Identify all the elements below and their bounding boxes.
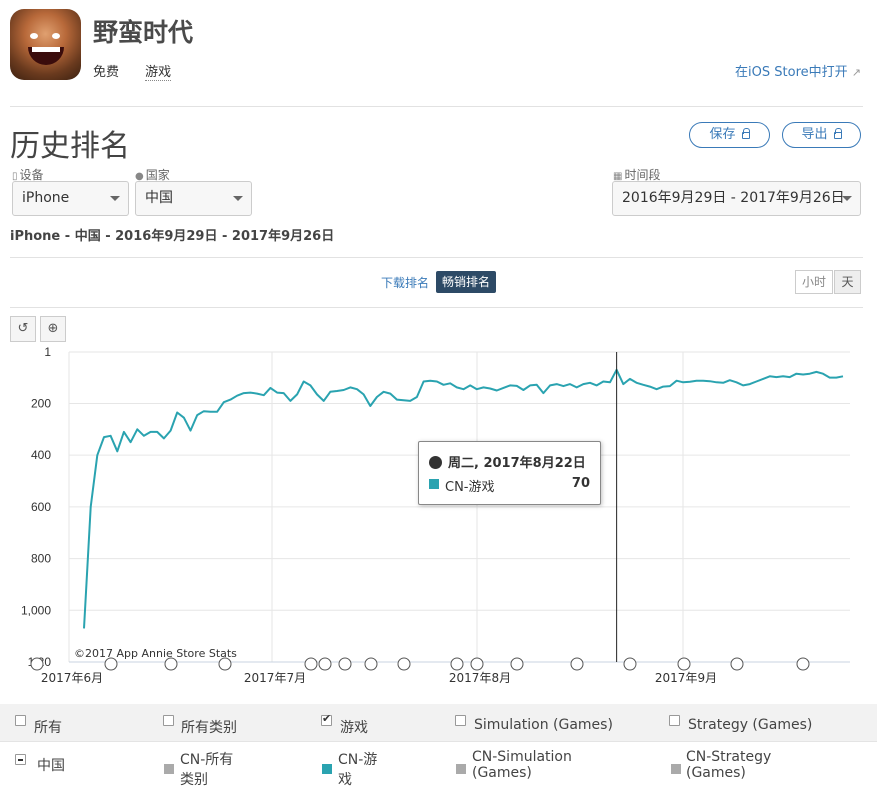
page-title: 历史排名: [10, 129, 130, 164]
checkbox-strategy[interactable]: [669, 715, 680, 726]
globe-icon: [429, 456, 442, 469]
legend-item-label[interactable]: CN-Strategy (Games): [686, 749, 771, 781]
zoom-icon[interactable]: ⊕: [40, 316, 66, 342]
device-select[interactable]: iPhone: [12, 181, 129, 216]
filter-summary: iPhone - 中国 - 2016年9月29日 - 2017年9月26日: [10, 229, 335, 244]
y-tick-label: 800: [31, 552, 51, 566]
legend-header-label: 游戏: [340, 720, 368, 736]
event-marker-icon: [570, 657, 584, 671]
open-in-store-label: 在iOS Store中打开: [735, 65, 848, 80]
device-value: iPhone: [22, 190, 70, 206]
checkbox-simulation[interactable]: [455, 715, 466, 726]
app-meta: 免费 游戏: [93, 61, 172, 81]
tab-grossing[interactable]: 畅销排名: [436, 271, 497, 293]
period-value: 2016年9月29日 - 2017年9月26日: [622, 190, 845, 206]
legend-swatch: [164, 764, 174, 774]
chart-copyright: ©2017 App Annie Store Stats: [74, 647, 237, 660]
reset-zoom-icon[interactable]: ↺: [10, 316, 36, 342]
tooltip-value: 70: [571, 476, 590, 491]
event-marker-icon: [304, 657, 318, 671]
event-marker-icon: [510, 657, 524, 671]
checkbox-games[interactable]: [321, 712, 332, 726]
legend-header-label: Simulation (Games): [474, 717, 613, 733]
legend-swatch: [456, 764, 466, 774]
rank-history-chart[interactable]: 12004006008001,0001,202017年6月2017年7月2017…: [0, 340, 877, 700]
legend-header-label: 所有: [34, 720, 62, 736]
price-label: 免费: [93, 65, 120, 80]
legend-swatch: [322, 764, 332, 774]
open-in-store-link[interactable]: 在iOS Store中打开 ↗: [735, 61, 861, 80]
lock-icon: [741, 128, 750, 139]
event-marker-icon: [318, 657, 332, 671]
event-marker-icon: [796, 657, 810, 671]
app-icon: [10, 9, 81, 80]
divider: [10, 106, 863, 107]
y-tick-label: 1: [44, 345, 51, 359]
save-button[interactable]: 保存: [689, 122, 770, 148]
y-tick-label: 200: [31, 396, 51, 410]
event-marker-icon: [397, 657, 411, 671]
tooltip-date: 周二, 2017年8月22日: [429, 452, 586, 471]
event-marker-icon: [470, 657, 484, 671]
event-marker-icon: [730, 657, 744, 671]
legend-item-label[interactable]: CN-游戏: [338, 749, 377, 789]
legend-header-label: 所有类别: [181, 720, 237, 736]
external-link-icon: ↗: [851, 66, 861, 79]
chevron-down-icon: [842, 196, 852, 201]
event-marker-icon: [30, 657, 44, 671]
x-tick-label: 2017年7月: [244, 671, 306, 685]
y-tick-label: 1,000: [21, 603, 51, 617]
chevron-down-icon: [110, 196, 120, 201]
export-label: 导出: [801, 127, 828, 142]
tooltip-series-swatch: [429, 479, 439, 489]
checkbox-all-categories[interactable]: [163, 715, 174, 726]
legend-header-label: Strategy (Games): [688, 717, 813, 733]
chart-tooltip: 周二, 2017年8月22日 CN-游戏 70: [418, 441, 601, 505]
tab-downloads[interactable]: 下载排名: [381, 274, 429, 291]
app-title: 野蛮时代: [93, 18, 194, 47]
chevron-down-icon: [233, 196, 243, 201]
granularity-day[interactable]: 天: [834, 270, 861, 294]
tooltip-series-name: CN-游戏: [445, 480, 495, 495]
y-tick-label: 400: [31, 448, 51, 462]
x-tick-label: 2017年9月: [655, 671, 717, 685]
event-marker-icon: [364, 657, 378, 671]
genre-link[interactable]: 游戏: [145, 65, 172, 81]
legend-item-label[interactable]: CN-所有 类别: [180, 749, 233, 789]
granularity-hour[interactable]: 小时: [795, 270, 833, 294]
legend-country-label: 中国: [37, 758, 65, 774]
save-label: 保存: [709, 127, 736, 142]
event-marker-icon: [450, 657, 464, 671]
checkbox-country[interactable]: [15, 754, 26, 765]
legend-swatch: [671, 764, 681, 774]
lock-icon: [833, 128, 842, 139]
period-select[interactable]: 2016年9月29日 - 2017年9月26日: [612, 181, 861, 216]
x-tick-label: 2017年8月: [449, 671, 511, 685]
divider: [10, 307, 863, 308]
event-marker-icon: [623, 657, 637, 671]
country-select[interactable]: 中国: [135, 181, 252, 216]
x-tick-label: 2017年6月: [41, 671, 103, 685]
country-value: 中国: [145, 190, 173, 206]
divider: [10, 257, 863, 258]
legend-item-label[interactable]: CN-Simulation (Games): [472, 749, 572, 781]
export-button[interactable]: 导出: [782, 122, 861, 148]
event-marker-icon: [338, 657, 352, 671]
checkbox-all[interactable]: [15, 715, 26, 726]
y-tick-label: 600: [31, 500, 51, 514]
event-marker-icon: [677, 657, 691, 671]
